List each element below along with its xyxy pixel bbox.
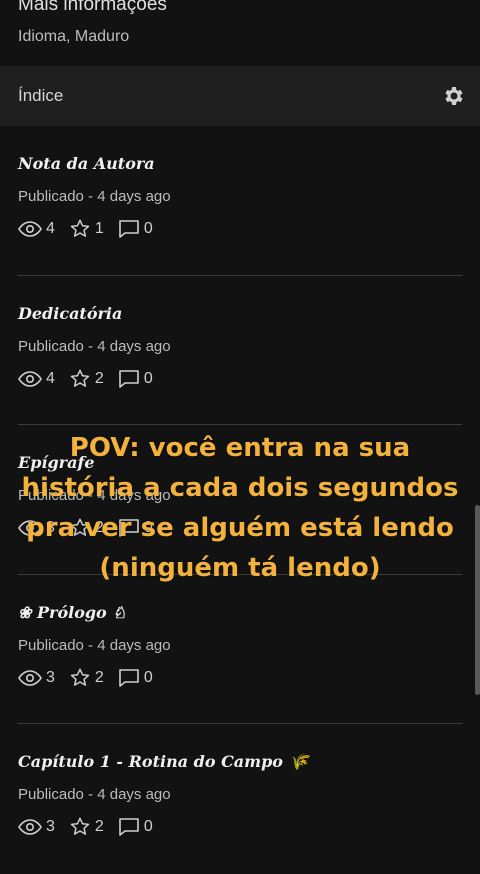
chapter-stats: 4 2 0 [18, 368, 153, 390]
votes-count: 2 [94, 668, 104, 686]
views-count: 4 [46, 220, 55, 237]
chapter-item[interactable]: Epígrafe Publicado - 4 days ago 3 2 0 [18, 425, 462, 575]
comments-count: 0 [143, 220, 153, 237]
toc-title: Índice [18, 86, 64, 105]
toc-header: Índice [0, 66, 480, 126]
comment-icon [119, 818, 139, 836]
chapter-stats: 3 2 0 [18, 816, 153, 838]
more-info-subtitle: Idioma, Maduro [18, 28, 130, 45]
chapter-stats: 3 2 0 [18, 667, 153, 689]
star-icon [70, 219, 90, 237]
views-count: 3 [46, 668, 55, 686]
chapter-stats: 3 2 0 [18, 517, 153, 539]
votes-count: 2 [94, 369, 104, 387]
eye-icon [18, 221, 42, 237]
chapter-item[interactable]: Capítulo 1 - Rotina do Campo 🌾 Publicado… [18, 724, 462, 874]
star-icon [70, 369, 90, 387]
comment-icon [119, 519, 139, 537]
votes-count: 2 [94, 519, 104, 536]
chapter-title: Dedicatória [18, 303, 123, 323]
eye-icon [18, 520, 42, 536]
chapter-title: ❀ Prólogo ♘ [18, 602, 127, 622]
votes-count: 2 [94, 818, 104, 835]
views-count: 3 [46, 818, 55, 835]
views-count: 4 [46, 369, 55, 387]
eye-icon [18, 819, 42, 835]
eye-icon [18, 370, 42, 387]
more-info-title: Mais informações [18, 0, 167, 15]
chapter-item[interactable]: ❀ Prólogo ♘ Publicado - 4 days ago 3 2 0 [18, 575, 462, 724]
chapter-title: Nota da Autora [18, 154, 155, 173]
star-icon [70, 817, 90, 835]
comments-count: 0 [143, 818, 153, 835]
chapter-title: Capítulo 1 - Rotina do Campo 🌾 [18, 752, 309, 771]
chapter-status: Publicado - 4 days ago [18, 636, 171, 654]
chapter-stats: 4 1 0 [18, 218, 153, 240]
comments-count: 0 [143, 668, 153, 686]
gear-icon[interactable] [440, 83, 466, 109]
chapter-status: Publicado - 4 days ago [18, 337, 171, 355]
views-count: 3 [46, 519, 55, 536]
comments-count: 0 [143, 369, 153, 387]
star-icon [70, 518, 90, 536]
eye-icon [18, 669, 42, 686]
chapter-title: Epígrafe [18, 453, 95, 472]
chapter-status: Publicado - 4 days ago [18, 487, 171, 504]
chapter-status: Publicado - 4 days ago [18, 188, 171, 205]
comment-icon [119, 369, 139, 388]
chapter-status: Publicado - 4 days ago [18, 786, 171, 803]
chapter-list: Nota da Autora Publicado - 4 days ago 4 … [0, 126, 480, 874]
comments-count: 0 [143, 519, 153, 536]
scrollbar[interactable] [475, 505, 480, 695]
star-icon [70, 668, 90, 686]
comment-icon [119, 220, 139, 238]
votes-count: 1 [94, 220, 104, 237]
chapter-item[interactable]: Nota da Autora Publicado - 4 days ago 4 … [18, 126, 462, 276]
chapter-item[interactable]: Dedicatória Publicado - 4 days ago 4 2 0 [18, 276, 462, 425]
more-info-section[interactable]: Mais informações Idioma, Maduro [0, 0, 480, 66]
comment-icon [119, 668, 139, 687]
